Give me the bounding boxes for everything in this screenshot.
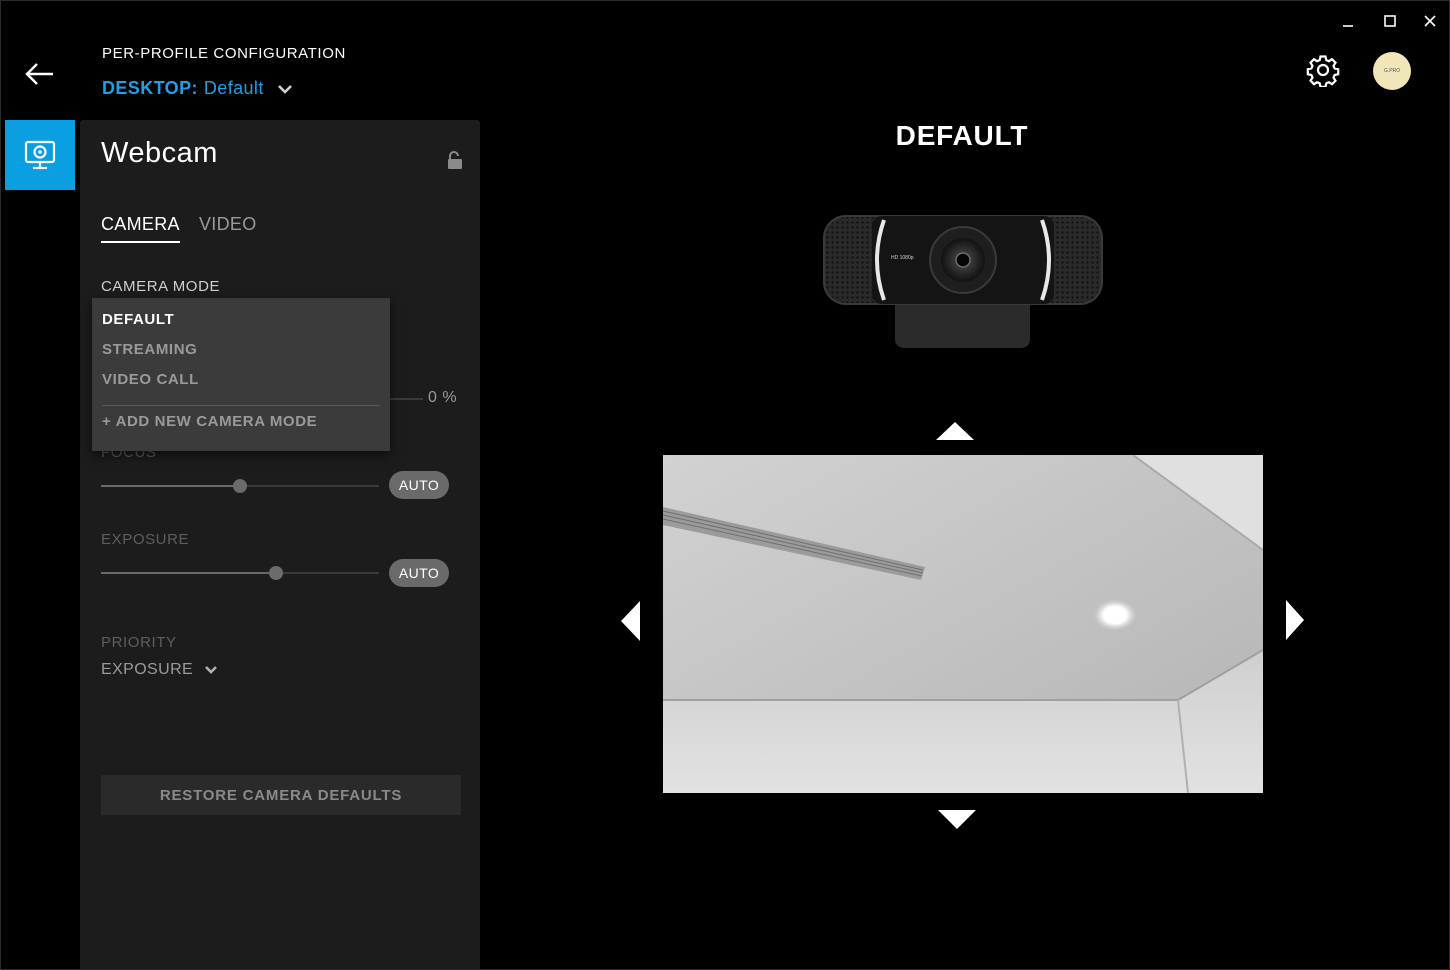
dropdown-item-video-call[interactable]: VIDEO CALL (102, 371, 199, 388)
priority-selector[interactable]: EXPOSURE (101, 661, 219, 679)
camera-preview (663, 455, 1263, 793)
close-button[interactable] (1415, 8, 1445, 34)
lock-open-icon[interactable] (446, 150, 464, 170)
restore-defaults-button[interactable]: RESTORE CAMERA DEFAULTS (101, 775, 461, 815)
device-tab-webcam[interactable] (5, 120, 75, 190)
webcam-icon (24, 140, 56, 170)
camera-mode-label: CAMERA MODE (101, 278, 221, 295)
avatar[interactable]: G.PRO (1373, 52, 1411, 90)
chevron-down-icon (277, 84, 292, 94)
profile-selector[interactable]: DESKTOP: Default (102, 78, 296, 99)
tab-video[interactable]: VIDEO (199, 214, 257, 241)
webcam-product-image: HD 1080p (820, 210, 1106, 352)
chevron-down-icon (205, 666, 218, 674)
gear-icon (1306, 55, 1340, 88)
profile-name: Default (203, 78, 264, 98)
exposure-auto-button[interactable]: AUTO (389, 559, 449, 587)
exposure-label: EXPOSURE (101, 531, 190, 548)
priority-value: EXPOSURE (101, 661, 194, 678)
close-icon (1424, 15, 1436, 27)
maximize-button[interactable] (1375, 8, 1405, 34)
profile-prefix: DESKTOP: (102, 78, 198, 98)
avatar-text: G.PRO (1383, 68, 1401, 74)
panel-title: Webcam (101, 137, 218, 169)
pan-down-arrow[interactable] (936, 808, 978, 832)
minimize-icon (1343, 25, 1353, 27)
config-label: PER-PROFILE CONFIGURATION (102, 45, 346, 62)
add-camera-mode-button[interactable]: + ADD NEW CAMERA MODE (102, 413, 317, 430)
pan-up-arrow[interactable] (934, 420, 976, 442)
pan-right-arrow[interactable] (1284, 599, 1306, 641)
maximize-icon (1384, 15, 1396, 27)
exposure-slider-fill (101, 572, 277, 574)
dropdown-divider (102, 405, 380, 406)
back-button[interactable] (22, 56, 58, 92)
tab-camera[interactable]: CAMERA (101, 214, 180, 243)
camera-badge: HD 1080p (891, 255, 914, 261)
arrow-left-icon (25, 63, 53, 85)
priority-label: PRIORITY (101, 634, 177, 651)
minimize-button[interactable] (1333, 8, 1363, 34)
dropdown-item-streaming[interactable]: STREAMING (102, 341, 197, 358)
focus-auto-button[interactable]: AUTO (389, 471, 449, 499)
pan-left-arrow[interactable] (620, 600, 642, 642)
exposure-slider-handle[interactable] (269, 566, 284, 580)
zoom-value: 0 % (428, 389, 458, 406)
camera-mode-dropdown: DEFAULT STREAMING VIDEO CALL + ADD NEW C… (92, 298, 390, 451)
dropdown-item-default[interactable]: DEFAULT (102, 311, 174, 328)
focus-slider-handle[interactable] (233, 479, 247, 493)
mode-title: DEFAULT (895, 120, 1029, 151)
focus-slider-fill (101, 485, 240, 487)
settings-button[interactable] (1306, 53, 1340, 88)
exposure-slider[interactable] (101, 572, 379, 574)
